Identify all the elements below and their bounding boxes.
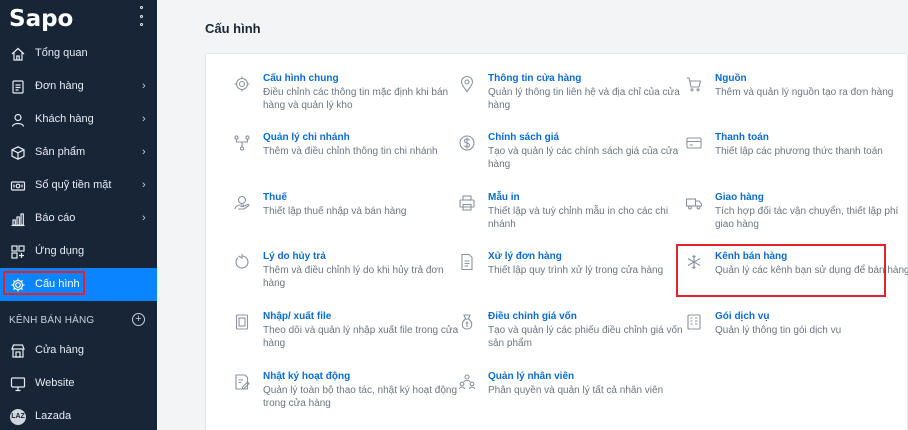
sales-channels-header: KÊNH BÁN HÀNG +	[0, 304, 157, 337]
chevron-right-icon: ›	[142, 212, 146, 224]
chevron-right-icon: ›	[142, 179, 146, 191]
sidebar-item-label: Cửa hàng	[35, 344, 84, 356]
gear-icon	[233, 75, 251, 93]
sidebar-item-customers[interactable]: Khách hàng ›	[0, 103, 157, 136]
tax-icon	[233, 194, 251, 212]
sidebar-item-store[interactable]: Cửa hàng	[0, 334, 157, 367]
setting-desc: Điều chỉnh các thông tin mặc định khi bá…	[263, 87, 449, 111]
lazada-icon: LAZ	[10, 409, 26, 425]
sidebar-item-label: Website	[35, 377, 75, 389]
add-channel-button[interactable]: +	[132, 313, 145, 326]
setting-desc: Tạo và quản lý các phiếu điều chỉnh giá …	[488, 325, 683, 349]
setting-desc: Theo dõi và quản lý nhập xuất file trong…	[263, 325, 459, 349]
setting-desc: Thiết lập và tuỳ chỉnh mẫu in cho các ch…	[488, 206, 669, 230]
printer-icon	[458, 194, 476, 212]
box-icon	[10, 145, 26, 161]
more-vertical-icon[interactable]	[140, 6, 144, 26]
sidebar-item-label: Tổng quan	[35, 47, 88, 59]
setting-title[interactable]: Quản lý chi nhánh	[263, 132, 350, 143]
sidebar-item-label: Khách hàng	[35, 113, 94, 125]
setting-desc: Thêm và quản lý nguồn tạo ra đơn hàng	[715, 87, 894, 98]
sales-channels-title: KÊNH BÁN HÀNG	[9, 315, 95, 326]
setting-title[interactable]: Nguồn	[715, 73, 747, 84]
sidebar-item-label: Sản phẩm	[35, 146, 86, 158]
apps-icon	[10, 244, 26, 260]
sidebar-item-label: Ứng dụng	[35, 245, 85, 257]
dollar-icon	[458, 134, 476, 152]
setting-desc: Thiết lập thuế nhập và bán hàng	[263, 206, 407, 217]
setting-title[interactable]: Quản lý nhân viên	[488, 371, 574, 382]
price-adjust-icon	[458, 313, 476, 331]
setting-desc: Thêm và điều chỉnh thông tin chi nhánh	[263, 146, 438, 157]
setting-desc: Thiết lập quy trình xử lý trong cửa hàng	[488, 265, 664, 276]
sidebar-item-overview[interactable]: Tổng quan	[0, 37, 157, 70]
activity-log-icon	[233, 373, 251, 391]
setting-title[interactable]: Gói dịch vụ	[715, 311, 769, 322]
sidebar-item-label: Lazada	[35, 410, 72, 422]
setting-desc: Quản lý thông tin gói dịch vụ	[715, 325, 842, 336]
chevron-right-icon: ›	[142, 80, 146, 92]
setting-title[interactable]: Nhật ký hoạt động	[263, 371, 350, 382]
chart-icon	[10, 211, 26, 227]
setting-title[interactable]: Giao hàng	[715, 192, 764, 203]
sidebar-item-lazada[interactable]: LAZ Lazada	[0, 400, 157, 430]
setting-title[interactable]: Lý do hủy trả	[263, 251, 326, 262]
sidebar-item-apps[interactable]: Ứng dụng	[0, 235, 157, 268]
sidebar-item-label: Đơn hàng	[35, 80, 84, 92]
setting-title[interactable]: Điều chỉnh giá vốn	[488, 311, 577, 322]
setting-title[interactable]: Mẫu in	[488, 192, 520, 203]
cash-icon	[10, 178, 26, 194]
setting-desc: Quản lý thông tin liên hệ và địa chỉ của…	[488, 87, 680, 111]
setting-desc: Thiết lập các phương thức thanh toán	[715, 146, 883, 157]
order-icon	[10, 79, 26, 95]
sidebar-item-website[interactable]: Website	[0, 367, 157, 400]
setting-title[interactable]: Cấu hình chung	[263, 73, 339, 84]
setting-title[interactable]: Nhập/ xuất file	[263, 311, 331, 322]
location-icon	[458, 75, 476, 93]
undo-icon	[233, 253, 251, 271]
setting-desc: Phân quyền và quản lý tất cả nhân viên	[488, 385, 664, 396]
logo-row: Sapo	[0, 0, 157, 37]
setting-desc: Thêm và điều chỉnh lý do khi hủy trả đơn…	[263, 265, 444, 289]
highlight-outline	[676, 244, 886, 297]
sidebar-item-label: Báo cáo	[35, 212, 76, 224]
card-icon	[685, 134, 703, 152]
monitor-icon	[10, 376, 26, 392]
setting-desc: Tích hợp đối tác vận chuyển, thiết lập p…	[715, 206, 899, 230]
highlight-outline	[3, 271, 85, 295]
setting-title[interactable]: Xử lý đơn hàng	[488, 251, 562, 262]
file-icon	[233, 313, 251, 331]
staff-icon	[458, 373, 476, 391]
sidebar: Sapo Tổng quan Đơn hàng › Khách hàng › S…	[0, 0, 157, 430]
sidebar-item-products[interactable]: Sản phẩm ›	[0, 136, 157, 169]
cart-icon	[685, 75, 703, 93]
sidebar-item-cashbook[interactable]: Sổ quỹ tiền mặt ›	[0, 169, 157, 202]
store-icon	[10, 343, 26, 359]
sidebar-item-label: Sổ quỹ tiền mặt	[35, 179, 112, 191]
setting-title[interactable]: Thanh toán	[715, 132, 769, 143]
branch-icon	[233, 134, 251, 152]
package-icon	[685, 313, 703, 331]
user-icon	[10, 112, 26, 128]
setting-title[interactable]: Chính sách giá	[488, 132, 559, 143]
setting-desc: Tạo và quản lý các chính sách giá của cử…	[488, 146, 679, 170]
sidebar-item-reports[interactable]: Báo cáo ›	[0, 202, 157, 235]
document-icon	[458, 253, 476, 271]
sidebar-item-orders[interactable]: Đơn hàng ›	[0, 70, 157, 103]
page-title: Cấu hình	[205, 21, 261, 36]
truck-icon	[685, 194, 703, 212]
chevron-right-icon: ›	[142, 146, 146, 158]
setting-title[interactable]: Thuế	[263, 192, 287, 203]
sapo-logo[interactable]: Sapo	[9, 6, 73, 32]
home-icon	[10, 46, 26, 62]
setting-desc: Quản lý toàn bộ thao tác, nhật ký hoạt đ…	[263, 385, 458, 409]
setting-title[interactable]: Thông tin cửa hàng	[488, 73, 581, 84]
chevron-right-icon: ›	[142, 113, 146, 125]
